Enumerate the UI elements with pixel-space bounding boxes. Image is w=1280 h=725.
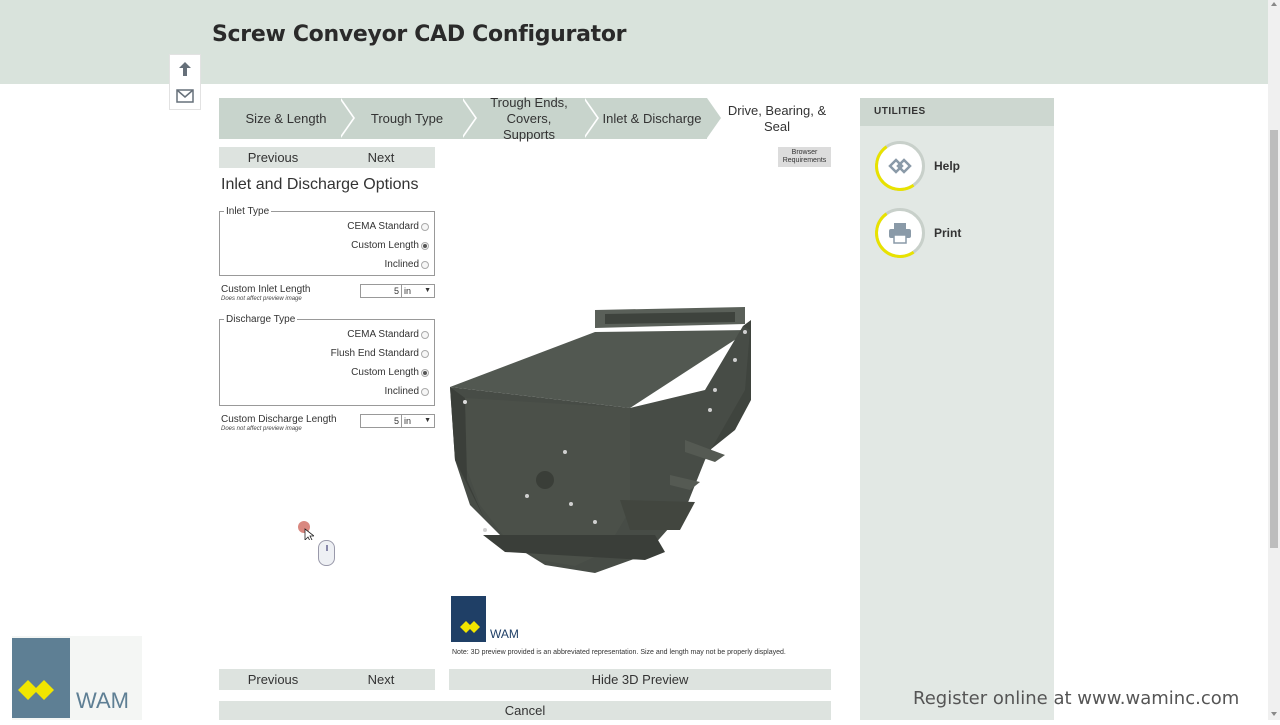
svg-text:WAM: WAM: [76, 688, 129, 713]
discharge-length-row: Custom Discharge Length Does not affect …: [221, 414, 435, 432]
help-item[interactable]: Help: [871, 137, 961, 195]
discharge-option-flush[interactable]: Flush End Standard: [220, 344, 434, 363]
wizard-steps: Size & Length Trough Type Trough Ends, C…: [219, 95, 831, 142]
page-title: Screw Conveyor CAD Configurator: [212, 22, 627, 47]
radio-button[interactable]: [421, 260, 429, 269]
step-trough-type[interactable]: Trough Type: [339, 98, 477, 139]
radio-button[interactable]: [421, 241, 429, 250]
inlet-type-group: Inlet Type CEMA Standard Custom Length I…: [219, 206, 435, 276]
register-banner: Register online at www.waminc.com: [913, 688, 1240, 709]
inlet-option-custom[interactable]: Custom Length: [220, 236, 434, 255]
discharge-option-custom[interactable]: Custom Length: [220, 363, 434, 382]
discharge-type-group: Discharge Type CEMA Standard Flush End S…: [219, 314, 435, 406]
discharge-unit-select[interactable]: in: [402, 415, 434, 427]
next-button-bottom[interactable]: Next: [327, 669, 435, 690]
inlet-length-row: Custom Inlet Length Does not affect prev…: [221, 284, 435, 302]
browser-requirements-button[interactable]: Browser Requirements: [778, 147, 831, 167]
step-inlet-discharge[interactable]: Inlet & Discharge: [583, 98, 723, 139]
radio-button[interactable]: [421, 387, 429, 396]
discharge-option-inclined[interactable]: Inclined: [220, 382, 434, 401]
radio-button[interactable]: [421, 330, 429, 339]
wam-corporate-logo: WAM: [12, 636, 142, 720]
conveyor-3d-preview[interactable]: [445, 290, 765, 580]
discharge-length-field[interactable]: 5 in: [360, 414, 435, 428]
mouse-cursor-icon: [298, 520, 316, 545]
page-scrollbar[interactable]: [1268, 0, 1280, 720]
utilities-title: UTILITIES: [860, 98, 1054, 126]
inlet-length-field[interactable]: 5 in: [360, 284, 435, 298]
preview-note: Note: 3D preview provided is an abbrevia…: [452, 649, 786, 656]
next-button[interactable]: Next: [327, 147, 435, 168]
inlet-unit-select[interactable]: in: [402, 285, 434, 297]
previous-button[interactable]: Previous: [219, 147, 327, 168]
svg-text:WAM: WAM: [490, 627, 519, 641]
envelope-icon[interactable]: [170, 82, 200, 109]
step-trough-ends[interactable]: Trough Ends, Covers, Supports: [461, 95, 599, 142]
print-label: Print: [934, 226, 962, 240]
bottom-nav-bar: Previous Next: [219, 669, 435, 690]
scroll-thumb[interactable]: [1270, 130, 1278, 548]
printer-icon[interactable]: [871, 204, 929, 262]
utilities-panel: UTILITIES Help Print: [860, 98, 1054, 720]
side-toolbar: [169, 54, 201, 110]
previous-button-bottom[interactable]: Previous: [219, 669, 327, 690]
radio-button[interactable]: [421, 368, 429, 377]
step-drive-bearing-seal[interactable]: Drive, Bearing, & Seal: [707, 98, 831, 139]
cancel-button[interactable]: Cancel: [219, 701, 831, 720]
up-arrow-icon[interactable]: [170, 55, 200, 82]
discharge-length-input[interactable]: 5: [361, 415, 402, 427]
inlet-type-legend: Inlet Type: [226, 206, 270, 217]
section-title: Inlet and Discharge Options: [221, 176, 419, 193]
top-nav-bar: Previous Next: [219, 147, 435, 168]
scroll-up-icon[interactable]: [1271, 2, 1277, 6]
mouse-icon: [318, 540, 335, 566]
scroll-down-icon[interactable]: [1271, 712, 1277, 716]
radio-button[interactable]: [421, 349, 429, 358]
inlet-option-inclined[interactable]: Inclined: [220, 255, 434, 274]
hide-3d-preview-button[interactable]: Hide 3D Preview: [449, 669, 831, 690]
discharge-option-cema[interactable]: CEMA Standard: [220, 325, 434, 344]
inlet-length-input[interactable]: 5: [361, 285, 402, 297]
step-size-length[interactable]: Size & Length: [219, 98, 355, 139]
print-item[interactable]: Print: [871, 204, 962, 262]
help-label: Help: [934, 159, 961, 173]
radio-button[interactable]: [421, 222, 429, 231]
inlet-option-cema[interactable]: CEMA Standard: [220, 217, 434, 236]
help-icon[interactable]: [871, 137, 929, 195]
wam-logo: WAM: [451, 596, 531, 642]
discharge-type-legend: Discharge Type: [226, 314, 296, 325]
